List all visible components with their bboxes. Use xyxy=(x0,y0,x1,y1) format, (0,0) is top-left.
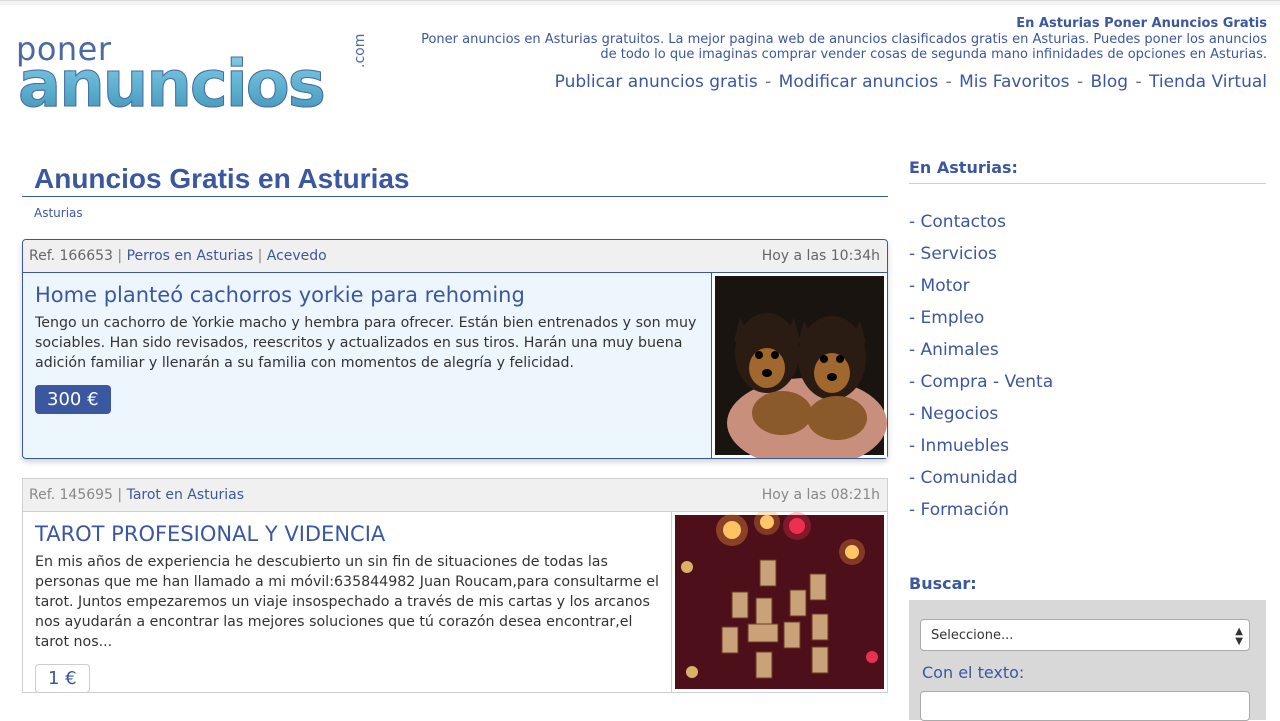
category-link-inmuebles[interactable]: - Inmuebles xyxy=(909,436,1009,456)
site-header: En Asturias Poner Anuncios Gratis Poner … xyxy=(387,16,1267,92)
ad-category-link[interactable]: Tarot en Asturias xyxy=(127,487,244,503)
ad-text: TAROT PROFESIONAL Y VIDENCIA En mis años… xyxy=(23,512,671,703)
ad-price-badge: 300 € xyxy=(35,385,111,414)
category-select-value: Seleccione... xyxy=(931,628,1014,643)
ad-title-link[interactable]: Home planteó cachorros yorkie para rehom… xyxy=(35,283,699,307)
nav-separator: - xyxy=(1076,72,1084,92)
category-link-servicios[interactable]: - Servicios xyxy=(909,244,997,264)
main-content: Anuncios Gratis en Asturias Asturias Ref… xyxy=(22,158,888,693)
nav-separator: - xyxy=(1135,72,1142,92)
top-border xyxy=(0,0,1280,5)
category-link-empleo[interactable]: - Empleo xyxy=(909,308,984,328)
ad-ref: Ref. 145695 xyxy=(29,487,113,503)
category-link-formacion[interactable]: - Formación xyxy=(909,500,1009,520)
breadcrumb: Asturias xyxy=(22,197,888,226)
ad-listing[interactable]: Ref. 166653 | Perros en Asturias | Aceve… xyxy=(22,239,888,459)
ad-time: Hoy a las 10:34h xyxy=(761,248,880,264)
ad-thumbnail-puppies[interactable] xyxy=(711,273,887,458)
ad-header: Ref. 145695 | Tarot en Asturias Hoy a la… xyxy=(23,479,887,512)
category-list: - Contactos - Servicios - Motor - Empleo… xyxy=(909,206,1266,526)
category-item: - Compra - Venta xyxy=(909,366,1266,398)
category-item: - Comunidad xyxy=(909,462,1266,494)
ad-body: Home planteó cachorros yorkie para rehom… xyxy=(23,273,887,458)
category-link-animales[interactable]: - Animales xyxy=(909,340,999,360)
search-heading: Buscar: xyxy=(909,574,977,593)
search-text-input[interactable] xyxy=(920,691,1250,721)
category-link-contactos[interactable]: - Contactos xyxy=(909,212,1006,232)
nav-link-modificar[interactable]: Modificar anuncios xyxy=(779,72,939,92)
breadcrumb-link[interactable]: Asturias xyxy=(34,206,83,220)
logo-text-anuncios: anuncios xyxy=(18,48,327,123)
ad-thumbnail-tarot[interactable] xyxy=(671,512,887,692)
nav-link-favoritos[interactable]: Mis Favoritos xyxy=(959,72,1069,92)
category-item: - Formación xyxy=(909,494,1266,526)
ad-category-link[interactable]: Perros en Asturias xyxy=(127,248,254,264)
nav-separator: - xyxy=(765,72,772,92)
category-item: - Negocios xyxy=(909,398,1266,430)
nav-link-tienda[interactable]: Tienda Virtual xyxy=(1149,72,1267,92)
page-title: Anuncios Gratis en Asturias xyxy=(22,158,888,197)
search-text-label: Con el texto: xyxy=(922,663,1025,682)
ad-header: Ref. 166653 | Perros en Asturias | Aceve… xyxy=(23,240,887,273)
header-description-line: Poner anuncios en Asturias gratuitos. La… xyxy=(421,32,1267,47)
search-panel: Seleccione... ▲ ▼ Con el texto: xyxy=(909,600,1266,721)
category-item: - Animales xyxy=(909,334,1266,366)
category-item: - Motor xyxy=(909,270,1266,302)
nav-separator: - xyxy=(945,72,952,92)
ad-title-link[interactable]: TAROT PROFESIONAL Y VIDENCIA xyxy=(35,522,659,546)
ad-ref: Ref. 166653 xyxy=(29,248,113,264)
logo-text-tld: .com xyxy=(352,33,368,68)
sidebar: En Asturias: - Contactos - Servicios - M… xyxy=(909,158,1266,721)
nav-link-blog[interactable]: Blog xyxy=(1090,72,1128,92)
ad-header-separator: | xyxy=(117,487,127,503)
category-link-motor[interactable]: - Motor xyxy=(909,276,970,296)
nav-link-publicar[interactable]: Publicar anuncios gratis xyxy=(555,72,758,92)
select-arrows-icon: ▲ ▼ xyxy=(1235,626,1243,647)
site-logo[interactable]: poner anuncios .com xyxy=(14,30,374,123)
header-nav: Publicar anuncios gratis - Modificar anu… xyxy=(387,72,1267,92)
tarot-photo-icon xyxy=(675,512,884,689)
category-item: - Servicios xyxy=(909,238,1266,270)
ad-text: Home planteó cachorros yorkie para rehom… xyxy=(23,273,711,424)
ad-price-badge: 1 € xyxy=(35,664,90,693)
category-item: - Inmuebles xyxy=(909,430,1266,462)
category-link-negocios[interactable]: - Negocios xyxy=(909,404,998,424)
ad-description: En mis años de experiencia he descubiert… xyxy=(35,554,659,650)
ad-header-separator: | xyxy=(117,248,127,264)
category-item: - Empleo xyxy=(909,302,1266,334)
ad-description: Tengo un cachorro de Yorkie macho y hemb… xyxy=(35,315,697,371)
puppies-photo-icon xyxy=(715,276,887,458)
header-title: En Asturias Poner Anuncios Gratis xyxy=(1016,16,1267,31)
ad-header-separator: | xyxy=(257,248,267,264)
ad-listing[interactable]: Ref. 145695 | Tarot en Asturias Hoy a la… xyxy=(22,478,888,693)
category-select[interactable]: Seleccione... ▲ ▼ xyxy=(920,619,1250,651)
sidebar-heading: En Asturias: xyxy=(909,158,1266,184)
header-description: Poner anuncios en Asturias gratuitos. La… xyxy=(387,32,1267,62)
category-link-compra-venta[interactable]: - Compra - Venta xyxy=(909,372,1053,392)
ad-time: Hoy a las 08:21h xyxy=(761,487,880,503)
header-description-line: de todo lo que imaginas comprar vender c… xyxy=(600,47,1267,62)
ad-body: TAROT PROFESIONAL Y VIDENCIA En mis años… xyxy=(23,512,887,693)
ad-location-link[interactable]: Acevedo xyxy=(267,248,327,264)
category-link-comunidad[interactable]: - Comunidad xyxy=(909,468,1018,488)
category-item: - Contactos xyxy=(909,206,1266,238)
